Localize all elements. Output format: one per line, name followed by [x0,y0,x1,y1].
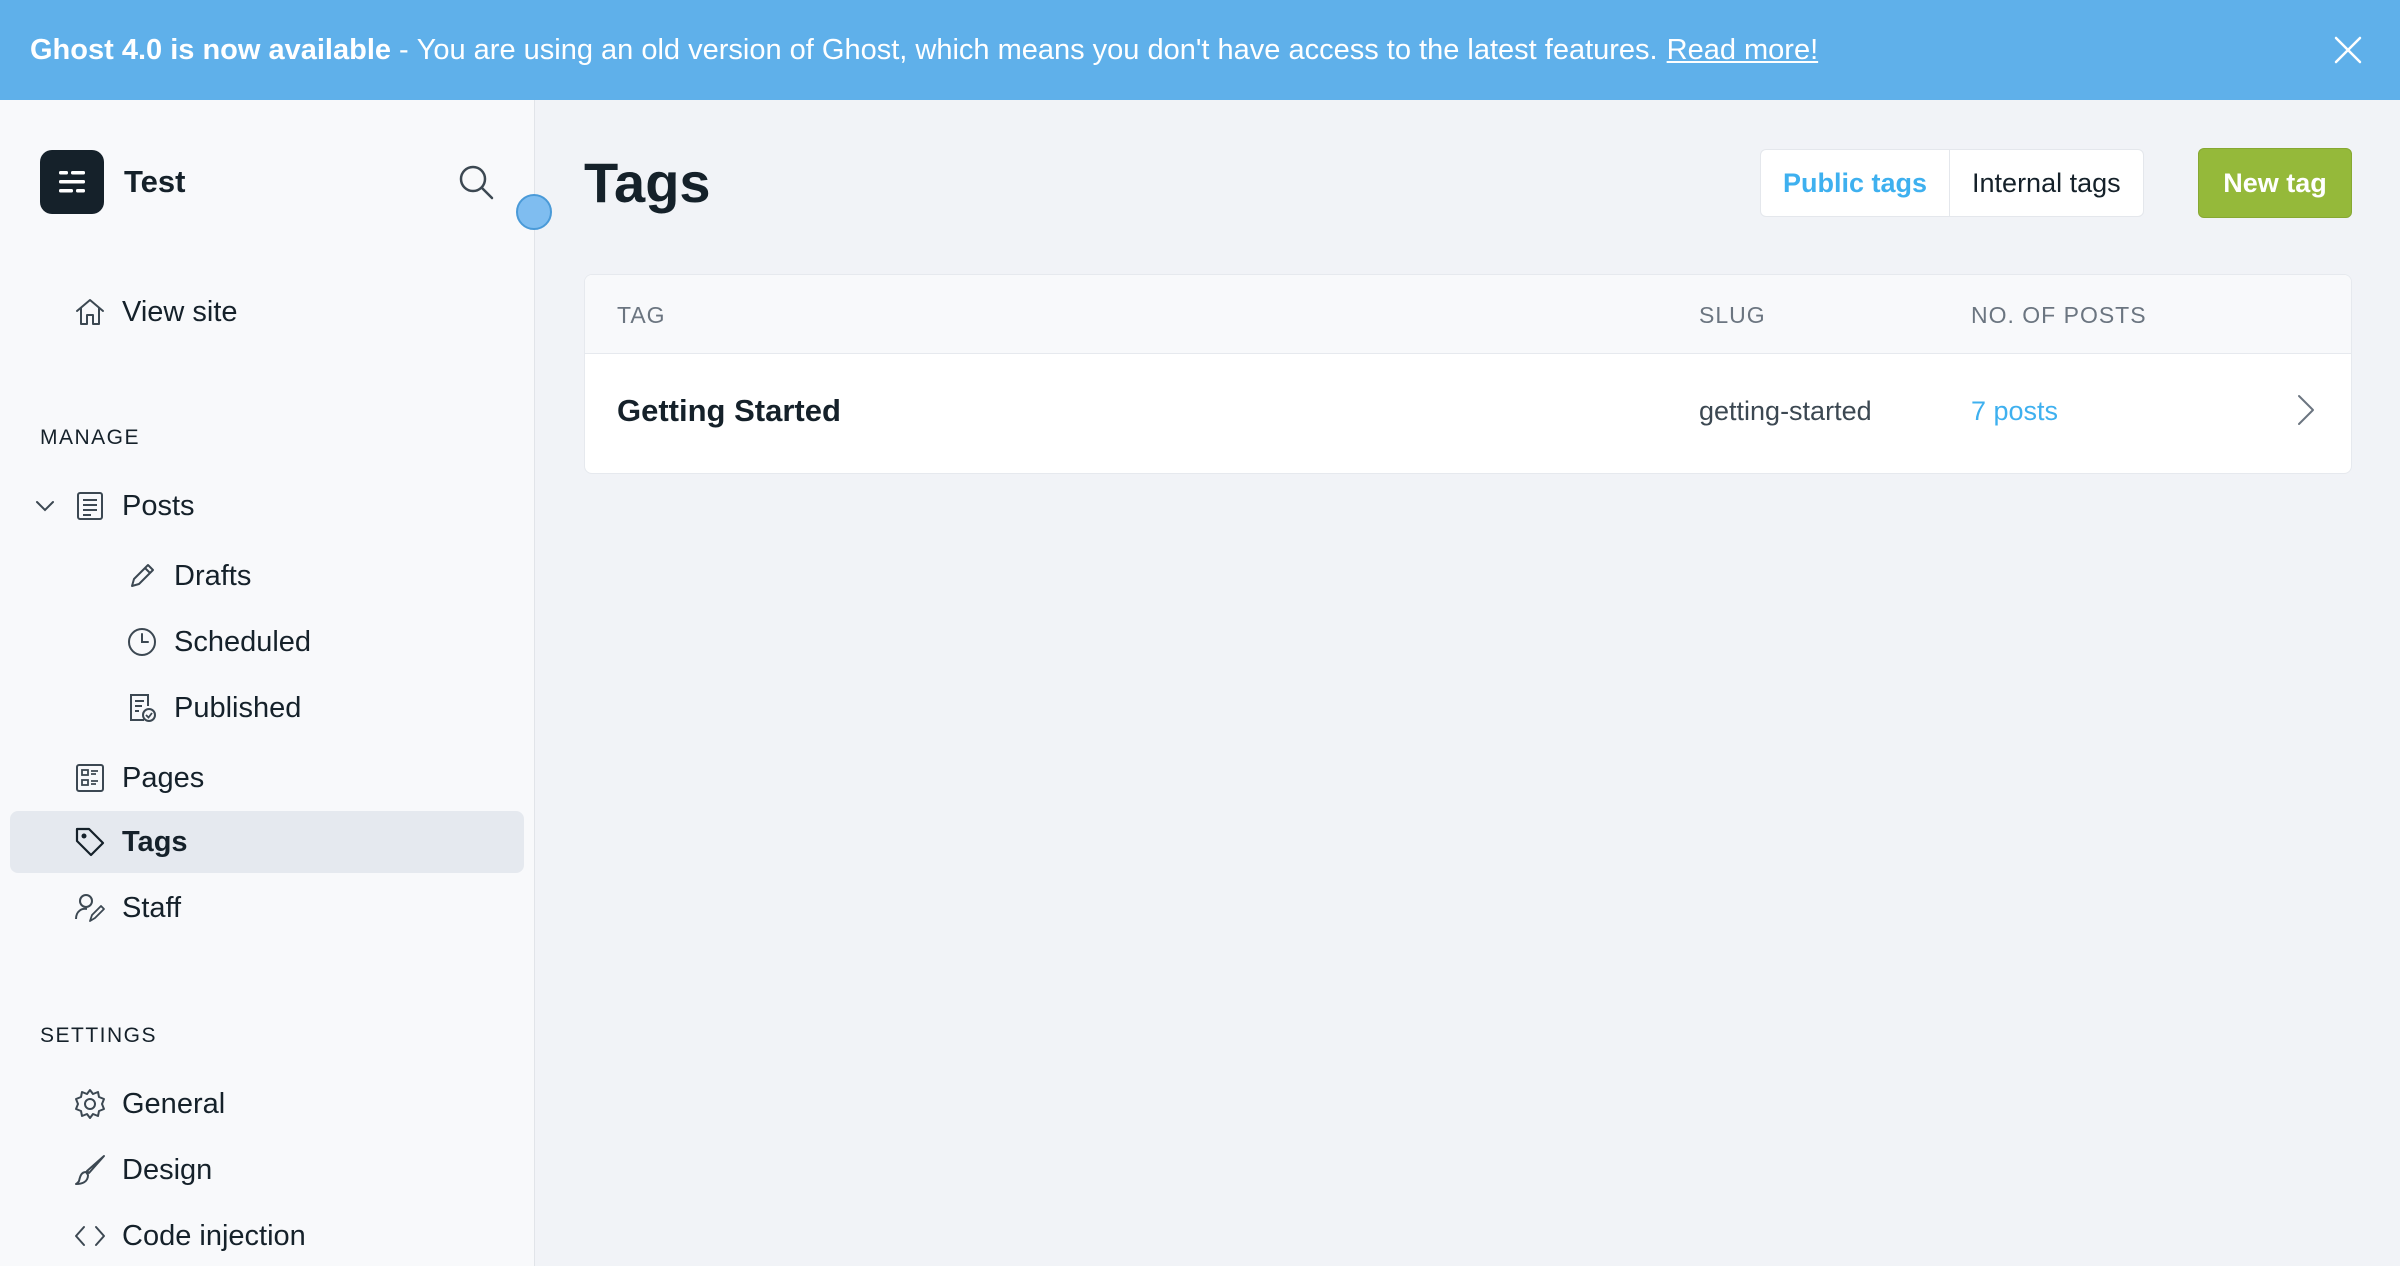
chevron-right-icon[interactable] [2285,390,2325,430]
staff-icon [72,890,108,926]
tag-icon [72,824,108,860]
sidebar-item-design[interactable]: Design [10,1139,524,1201]
posts-icon [72,488,108,524]
sidebar: Test View site MANAGE Posts Drafts Sched [0,100,535,1266]
sidebar-item-staff[interactable]: Staff [10,877,524,939]
tag-name[interactable]: Getting Started [617,393,841,429]
pencil-icon [124,558,160,594]
sidebar-item-label: Published [174,691,302,724]
banner-title: Ghost 4.0 is now available [30,33,392,66]
banner-separator: - [399,33,409,66]
sidebar-item-label: View site [122,295,238,328]
table-row[interactable]: Getting Started getting-started 7 posts [585,354,2351,473]
home-icon [72,294,108,330]
update-banner: Ghost 4.0 is now available - You are usi… [0,0,2400,100]
tag-slug: getting-started [1699,396,1872,426]
manage-section-label: MANAGE [40,426,141,449]
sidebar-resize-handle[interactable] [516,194,552,230]
sidebar-item-published[interactable]: Published [10,677,524,739]
banner-read-more-link[interactable]: Read more! [1667,34,1819,67]
tab-internal-tags[interactable]: Internal tags [1950,150,2143,216]
sidebar-item-label: Posts [122,489,195,522]
sidebar-item-tags[interactable]: Tags [10,811,524,873]
sidebar-item-label: Tags [122,825,188,858]
tag-post-count-link[interactable]: 7 posts [1971,396,2058,427]
brush-icon [72,1152,108,1188]
tags-table: TAG SLUG NO. OF POSTS Getting Started ge… [584,274,2352,474]
banner-message: You are using an old version of Ghost, w… [416,33,1658,66]
tab-public-tags[interactable]: Public tags [1761,150,1951,216]
search-icon[interactable] [456,162,496,202]
clock-icon [124,624,160,660]
tag-filter-tabs: Public tags Internal tags [1760,149,2144,217]
table-header: TAG SLUG NO. OF POSTS [585,275,2351,354]
brand[interactable]: Test [40,150,185,214]
sidebar-item-label: Design [122,1153,213,1186]
sidebar-item-label: General [122,1087,226,1120]
sidebar-item-pages[interactable]: Pages [10,747,524,809]
column-header-posts: NO. OF POSTS [1971,302,2147,328]
sidebar-item-drafts[interactable]: Drafts [10,545,524,607]
column-header-tag: TAG [617,302,666,328]
column-header-slug: SLUG [1699,302,1766,328]
code-icon [72,1218,108,1254]
page-title: Tags [584,151,711,214]
sidebar-item-label: Staff [122,891,182,924]
sidebar-item-label: Pages [122,761,205,794]
site-logo-icon [40,150,104,214]
pages-icon [72,760,108,796]
sidebar-item-code-injection[interactable]: Code injection [10,1205,524,1266]
sidebar-item-general[interactable]: General [10,1073,524,1135]
sidebar-item-posts[interactable]: Posts [10,475,524,537]
sidebar-item-label: Code injection [122,1219,306,1252]
sidebar-item-label: Scheduled [174,625,312,658]
published-icon [124,690,160,726]
close-icon[interactable] [2330,32,2366,68]
site-name: Test [124,164,186,199]
sidebar-item-scheduled[interactable]: Scheduled [10,611,524,673]
gear-icon [72,1086,108,1122]
sidebar-item-label: Drafts [174,559,252,592]
new-tag-button[interactable]: New tag [2198,148,2352,218]
chevron-down-icon[interactable] [32,488,58,524]
sidebar-item-view-site[interactable]: View site [10,281,524,343]
settings-section-label: SETTINGS [40,1024,158,1047]
